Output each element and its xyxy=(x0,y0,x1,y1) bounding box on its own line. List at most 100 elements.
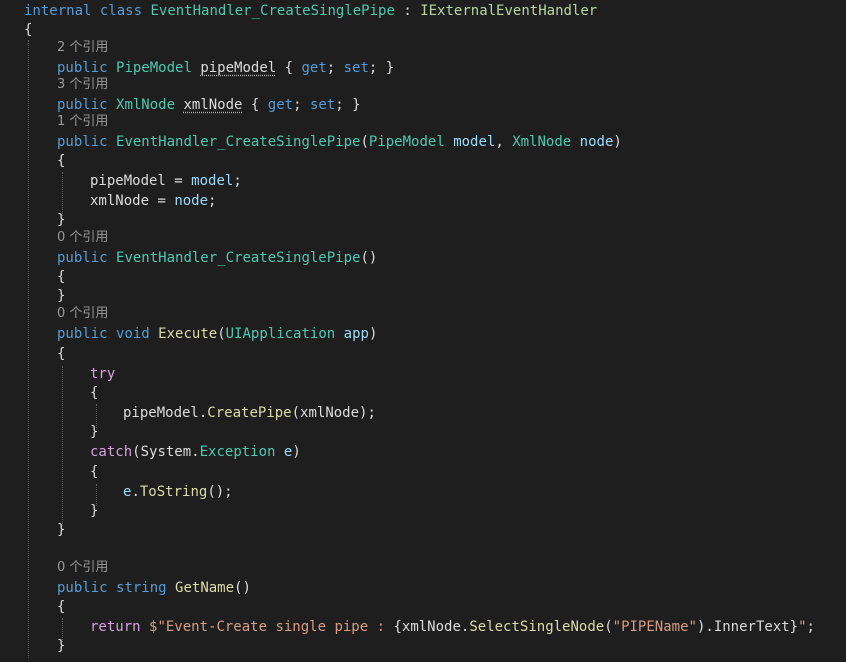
brace-token: } xyxy=(90,503,99,519)
code-line-ctor1-signature[interactable]: public EventHandler_CreateSinglePipe(Pip… xyxy=(57,132,622,152)
property-name-xml-node: xmlNode xyxy=(183,97,243,113)
method-call-select-single-node: SelectSingleNode xyxy=(469,619,605,635)
paren-token: () xyxy=(360,250,378,266)
codelens-execute-references[interactable]: 0 个引用 xyxy=(57,305,108,323)
semicolon-token: ; xyxy=(208,193,217,209)
reference-count-label: 2 个引用 xyxy=(57,40,109,55)
brace-token: } xyxy=(57,212,66,228)
code-line-ctor2-signature[interactable]: public EventHandler_CreateSinglePipe() xyxy=(57,248,377,268)
code-line-class-open-brace[interactable]: { xyxy=(24,20,32,40)
code-line-return[interactable]: return $"Event-Create single pipe : {xml… xyxy=(90,617,815,637)
method-call-create-pipe: CreatePipe xyxy=(207,405,292,421)
code-line-assign-xml-node[interactable]: xmlNode = node; xyxy=(90,191,216,211)
code-line-catch-close-brace[interactable]: } xyxy=(90,501,98,521)
keyword-class: class xyxy=(99,3,143,19)
reference-count-label: 3 个引用 xyxy=(57,77,109,92)
code-line-create-pipe-call[interactable]: pipeModel.CreatePipe(xmlNode); xyxy=(123,403,376,423)
paren-token: ( xyxy=(217,326,226,342)
code-line-execute-open-brace[interactable]: { xyxy=(57,344,65,364)
code-line-assign-pipe-model[interactable]: pipeModel = model; xyxy=(90,171,242,191)
paren-token: ) xyxy=(292,444,301,460)
assign-target-pipe-model: pipeModel xyxy=(90,173,166,189)
code-line-get-name-close-brace[interactable]: } xyxy=(57,636,65,656)
code-line-execute-signature[interactable]: public void Execute(UIApplication app) xyxy=(57,324,377,344)
brace-token: { xyxy=(57,346,66,362)
method-call-tostring: ToString xyxy=(139,484,208,500)
code-line-xml-node-property[interactable]: public XmlNode xmlNode { get; set; } xyxy=(57,95,361,115)
code-line-try-open-brace[interactable]: { xyxy=(90,383,98,403)
type-pipe-model: PipeModel xyxy=(116,60,192,76)
code-line-try-close-brace[interactable]: } xyxy=(90,422,98,442)
keyword-public: public xyxy=(57,326,108,342)
brace-token: { xyxy=(90,385,99,401)
param-name-app: app xyxy=(343,326,369,342)
codelens-xml-node-references[interactable]: 3 个引用 xyxy=(57,76,108,94)
code-line-tostring-call[interactable]: e.ToString(); xyxy=(123,482,233,502)
keyword-catch: catch xyxy=(90,444,133,460)
assign-target-xml-node: xmlNode xyxy=(90,193,150,209)
param-type-pipe-model: PipeModel xyxy=(368,134,445,150)
code-line-try[interactable]: try xyxy=(90,364,115,384)
code-line-class-declaration[interactable]: internal class EventHandler_CreateSingle… xyxy=(24,1,597,21)
namespace-system: System xyxy=(140,444,192,460)
call-object-pipe-model: pipeModel xyxy=(123,405,199,421)
punct-token: ; } xyxy=(368,60,395,76)
dot-token: . xyxy=(131,484,140,500)
indent-guide-execute xyxy=(62,366,63,526)
method-name-execute: Execute xyxy=(158,326,218,342)
keyword-internal: internal xyxy=(24,3,92,19)
keyword-set: set xyxy=(309,97,336,113)
code-line-get-name-open-brace[interactable]: { xyxy=(57,597,65,617)
equals-token: = xyxy=(165,173,192,189)
string-literal-start: $"Event-Create single pipe : xyxy=(149,619,394,635)
code-editor[interactable]: internal class EventHandler_CreateSingle… xyxy=(0,0,846,662)
codelens-get-name-references[interactable]: 0 个引用 xyxy=(57,559,108,577)
assign-value-model: model xyxy=(191,173,234,189)
code-line-catch[interactable]: catch(System.Exception e) xyxy=(90,442,301,462)
brace-token: { xyxy=(57,269,66,285)
equals-token: = xyxy=(149,193,175,209)
codelens-pipe-model-references[interactable]: 2 个引用 xyxy=(57,39,108,57)
code-line-ctor1-open-brace[interactable]: { xyxy=(57,151,65,171)
paren-token: ) xyxy=(613,134,622,150)
reference-count-label: 0 个引用 xyxy=(57,230,109,245)
semicolon-token: ; xyxy=(233,173,242,189)
keyword-set: set xyxy=(343,60,369,76)
brace-token: { xyxy=(57,153,66,169)
ctor-name: EventHandler_CreateSinglePipe xyxy=(116,134,361,150)
code-line-execute-close-brace[interactable]: } xyxy=(57,520,65,540)
type-xml-node: XmlNode xyxy=(116,97,176,113)
codelens-ctor2-references[interactable]: 0 个引用 xyxy=(57,229,108,247)
semicolon-token: ; xyxy=(806,619,815,635)
code-line-get-name-signature[interactable]: public string GetName() xyxy=(57,578,251,598)
paren-token: ( xyxy=(360,134,369,150)
keyword-return: return xyxy=(90,619,141,635)
brace-token: } xyxy=(57,288,66,304)
keyword-try: try xyxy=(90,366,116,382)
code-line-catch-open-brace[interactable]: { xyxy=(90,462,98,482)
code-line-ctor1-close-brace[interactable]: } xyxy=(57,210,65,230)
brace-token: { xyxy=(57,599,66,615)
keyword-get: get xyxy=(267,97,294,113)
keyword-public: public xyxy=(57,60,108,76)
ctor-name: EventHandler_CreateSinglePipe xyxy=(116,250,361,266)
code-line-pipe-model-property[interactable]: public PipeModel pipeModel { get; set; } xyxy=(57,58,394,78)
keyword-public: public xyxy=(57,250,108,266)
colon-token: : xyxy=(394,3,421,19)
keyword-public: public xyxy=(57,580,108,596)
code-line-ctor2-close-brace[interactable]: } xyxy=(57,286,65,306)
codelens-ctor1-references[interactable]: 1 个引用 xyxy=(57,113,108,131)
interface-name: IExternalEventHandler xyxy=(420,3,598,19)
paren-token: ); xyxy=(359,405,376,421)
paren-token: (); xyxy=(207,484,233,500)
code-line-ctor2-open-brace[interactable]: { xyxy=(57,267,65,287)
punct-token: ; xyxy=(326,60,344,76)
brace-token: { xyxy=(90,464,99,480)
param-type-xml-node: XmlNode xyxy=(512,134,572,150)
paren-token: ( xyxy=(291,405,301,421)
dot-token: . xyxy=(705,619,714,635)
keyword-public: public xyxy=(57,97,108,113)
brace-token: { xyxy=(24,22,33,38)
reference-count-label: 0 个引用 xyxy=(57,306,109,321)
reference-count-label: 1 个引用 xyxy=(57,114,109,129)
